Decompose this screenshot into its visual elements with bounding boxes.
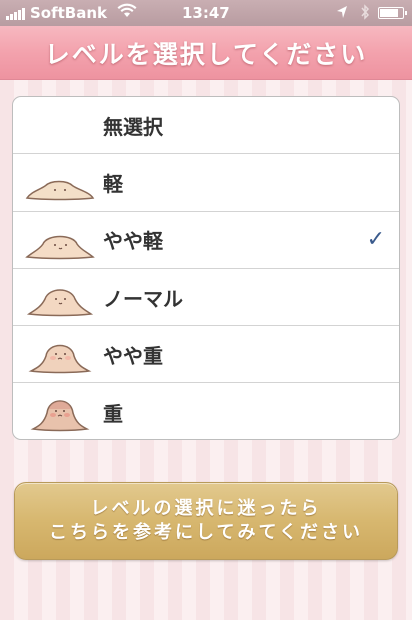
bluetooth-icon — [360, 4, 370, 24]
level-option-none[interactable]: 無選択 — [13, 97, 399, 155]
location-icon — [336, 5, 348, 23]
blob-light-icon — [25, 162, 95, 204]
title-bar: レベルを選択してください — [0, 26, 412, 80]
blob-slightly-light-icon — [25, 220, 95, 262]
level-option-normal[interactable]: ノーマル — [13, 269, 399, 327]
level-option-slightly-light[interactable]: やや軽 ✓ — [13, 212, 399, 269]
level-label: やや重 — [103, 343, 163, 368]
level-label: 重 — [103, 401, 123, 426]
level-label: 軽 — [103, 171, 123, 196]
battery-icon — [378, 7, 407, 19]
level-label: ノーマル — [103, 286, 183, 311]
blob-slightly-heavy-icon — [25, 334, 95, 376]
level-list: 無選択 軽 やや軽 ✓ ノーマル やや重 重 — [12, 96, 400, 440]
checkmark-icon: ✓ — [366, 227, 385, 253]
guide-button-line2: こちらを参考にしてみてください — [49, 522, 363, 543]
guide-button-line1: レベルの選択に迷ったら — [90, 498, 322, 519]
wifi-icon — [117, 3, 137, 23]
blob-heavy-icon — [25, 391, 95, 433]
clock: 13:47 — [182, 4, 230, 22]
carrier-name: SoftBank — [30, 4, 108, 22]
level-option-heavy[interactable]: 重 — [13, 383, 399, 439]
blob-normal-icon — [25, 277, 95, 319]
level-guide-button[interactable]: レベルの選択に迷ったら こちらを参考にしてみてください — [14, 482, 398, 560]
status-bar: SoftBank 13:47 — [0, 0, 412, 26]
level-option-light[interactable]: 軽 — [13, 154, 399, 212]
battery-fill — [380, 9, 398, 17]
page-title: レベルを選択してください — [44, 39, 368, 69]
level-label: 無選択 — [103, 114, 163, 139]
signal-strength-icon — [6, 8, 25, 20]
level-option-slightly-heavy[interactable]: やや重 — [13, 326, 399, 384]
level-label: やや軽 — [103, 229, 163, 254]
